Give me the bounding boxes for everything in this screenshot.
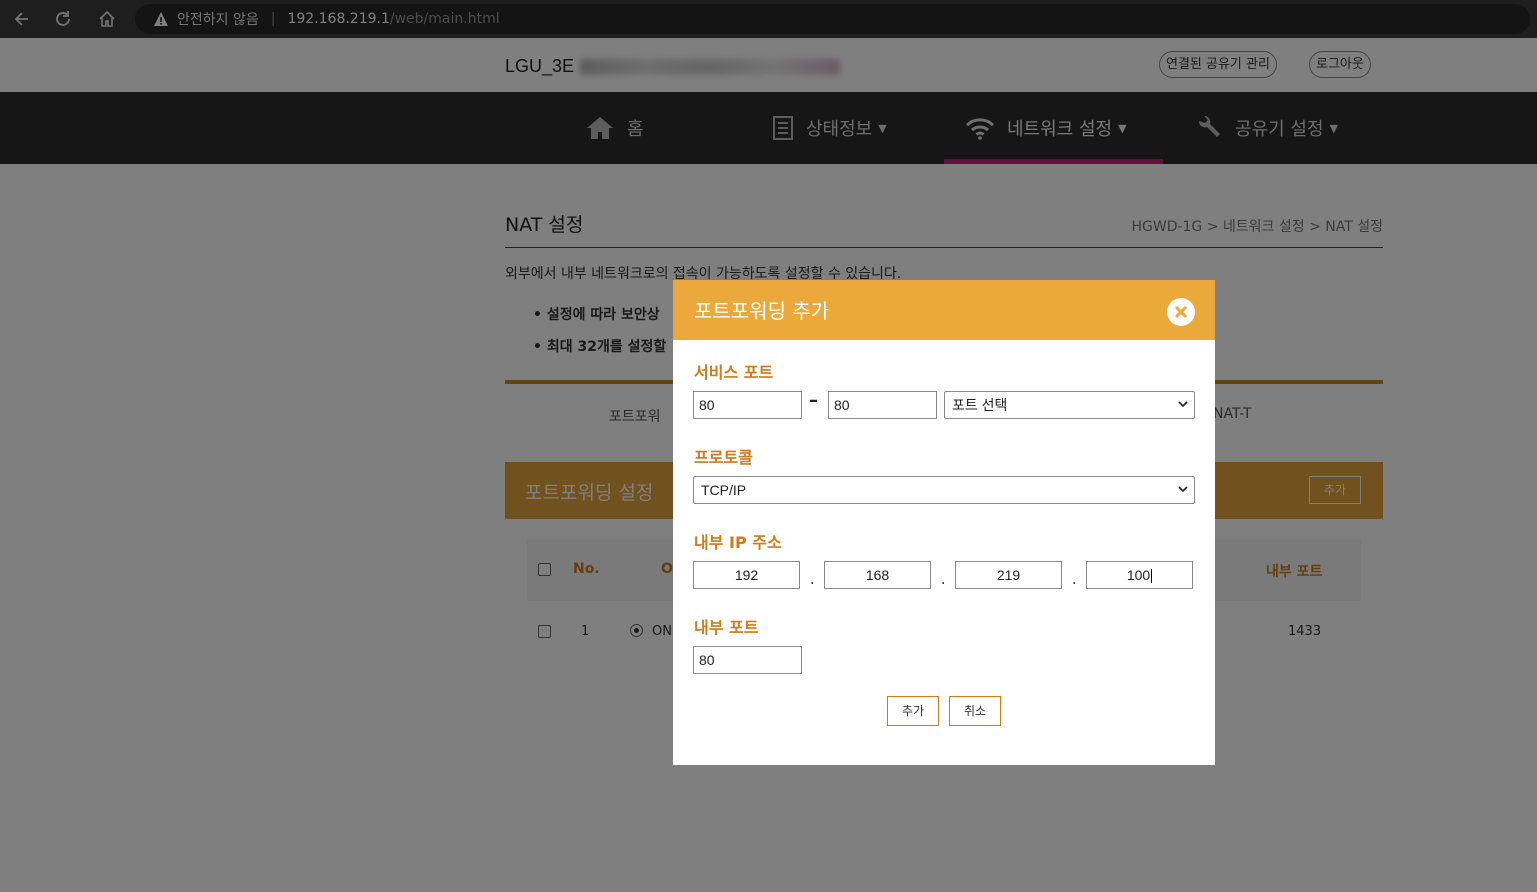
protocol-dropdown[interactable]: TCP/IP bbox=[693, 476, 1195, 504]
ip-dot: . bbox=[1072, 572, 1077, 588]
dialog-title: 포트포워딩 추가 bbox=[694, 299, 830, 323]
ip-octet-4-value: 100 bbox=[1126, 567, 1151, 583]
internal-ip-label: 내부 IP 주소 bbox=[694, 533, 782, 552]
close-icon[interactable] bbox=[1167, 298, 1195, 326]
port-select-value: 포트 선택 bbox=[952, 397, 1008, 413]
add-port-forwarding-dialog: 포트포워딩 추가 서비스 포트 80 – 80 포트 선택 프로토콜 TCP/I… bbox=[673, 280, 1215, 765]
ip-dot: . bbox=[810, 572, 815, 588]
dialog-header: 포트포워딩 추가 bbox=[673, 280, 1215, 340]
ip-dot: . bbox=[941, 572, 946, 588]
internal-port-input[interactable]: 80 bbox=[693, 646, 802, 674]
port-select-dropdown[interactable]: 포트 선택 bbox=[944, 391, 1195, 419]
text-cursor bbox=[1151, 569, 1153, 584]
service-port-start-input[interactable]: 80 bbox=[693, 391, 802, 419]
ip-octet-1-input[interactable]: 192 bbox=[693, 561, 800, 589]
internal-port-label: 내부 포트 bbox=[694, 618, 759, 637]
service-port-end-input[interactable]: 80 bbox=[828, 391, 937, 419]
ip-octet-3-input[interactable]: 219 bbox=[955, 561, 1062, 589]
add-button[interactable]: 추가 bbox=[887, 696, 939, 726]
cancel-button[interactable]: 취소 bbox=[949, 696, 1001, 726]
protocol-value: TCP/IP bbox=[701, 482, 747, 498]
service-port-label: 서비스 포트 bbox=[694, 363, 774, 382]
chevron-down-icon bbox=[1178, 401, 1188, 408]
range-dash: – bbox=[809, 390, 818, 411]
chevron-down-icon bbox=[1178, 486, 1188, 493]
ip-octet-4-input[interactable]: 100 bbox=[1086, 561, 1193, 589]
ip-octet-2-input[interactable]: 168 bbox=[824, 561, 931, 589]
protocol-label: 프로토콜 bbox=[694, 448, 753, 467]
